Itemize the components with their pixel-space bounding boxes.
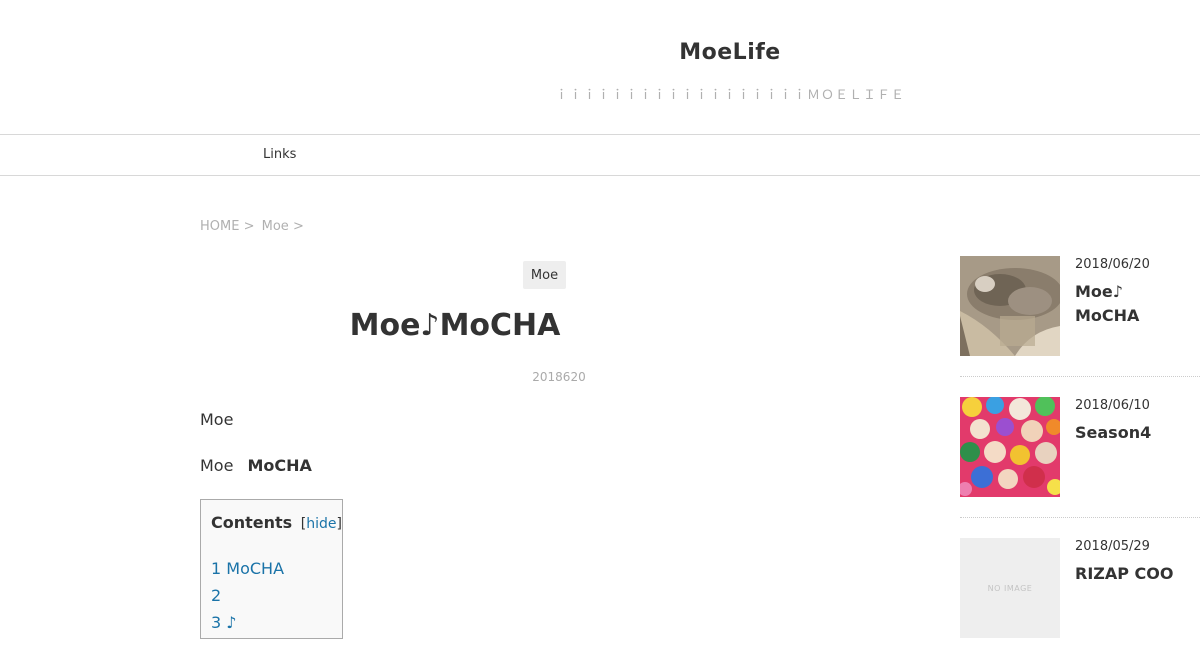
category-badge[interactable]: Moe — [523, 261, 566, 289]
global-nav: Links — [0, 134, 1200, 176]
breadcrumb-separator: > — [243, 219, 255, 234]
cat-photo-thumbnail[interactable] — [960, 256, 1060, 356]
toc-link[interactable]: 3 ♪ — [211, 613, 236, 632]
breadcrumb-separator: > — [292, 219, 304, 234]
toc-title-text: Contents — [211, 513, 293, 532]
site-title[interactable]: MoeLife — [530, 40, 930, 65]
sidebar-post-date: 2018/06/10 — [1075, 398, 1150, 413]
site-description: ｉｉｉｉｉｉｉｉｉｉｉｉｉｉｉｉｉｉＭＯＥＬＩＦＥ — [554, 88, 905, 103]
sidebar-post[interactable]: NO IMAGE 2018/05/29 RIZAP COO — [960, 538, 1200, 658]
nav-item-links[interactable]: Links — [263, 147, 296, 162]
toc-toggle: [hide] — [300, 516, 342, 532]
sidebar-post-date: 2018/05/29 — [1075, 539, 1150, 554]
table-of-contents: Contents [hide] 1 MoCHA 2 3 ♪ — [200, 499, 343, 639]
breadcrumb-category[interactable]: Moe — [262, 219, 289, 234]
post-date: 2018620 — [532, 370, 586, 384]
sidebar-post[interactable]: 2018/06/10 Season4 — [960, 397, 1200, 518]
post-title: Moe♪MoCHA — [349, 308, 561, 343]
toc-item[interactable]: 1 MoCHA — [211, 555, 284, 582]
toc-hide-link[interactable]: hide — [306, 516, 336, 532]
site-header: MoeLife ｉｉｉｉｉｉｉｉｉｉｉｉｉｉｉｉｉｉＭＯＥＬＩＦＥ — [0, 0, 1200, 134]
sidebar-post-title[interactable]: Season4 — [1075, 421, 1175, 445]
toc-item[interactable]: 2 — [211, 582, 284, 609]
no-image-thumbnail[interactable]: NO IMAGE — [960, 538, 1060, 638]
toc-link[interactable]: 2 — [211, 586, 221, 605]
paragraph-bold-text: MoCHA — [247, 456, 312, 475]
sidebar-post-title[interactable]: Moe♪ MoCHA — [1075, 280, 1175, 328]
sidebar-post-title[interactable]: RIZAP COO — [1075, 562, 1175, 586]
sidebar-post[interactable]: 2018/06/20 Moe♪ MoCHA — [960, 256, 1200, 377]
toc-item[interactable]: 3 ♪ — [211, 609, 284, 636]
sidebar-post-date: 2018/06/20 — [1075, 257, 1150, 272]
toc-title: Contents [hide] — [211, 513, 342, 532]
article-paragraph: Moe — [200, 410, 234, 429]
paragraph-text: Moe — [200, 456, 234, 475]
toc-link[interactable]: 1 MoCHA — [211, 559, 284, 578]
no-image-placeholder: NO IMAGE — [960, 538, 1060, 638]
breadcrumb-home[interactable]: HOME — [200, 219, 239, 234]
toc-list: 1 MoCHA 2 3 ♪ — [211, 555, 284, 636]
article-paragraph: Moe MoCHA — [200, 456, 312, 475]
group-photo-thumbnail[interactable] — [960, 397, 1060, 497]
breadcrumb: HOME > Moe > — [200, 219, 307, 234]
